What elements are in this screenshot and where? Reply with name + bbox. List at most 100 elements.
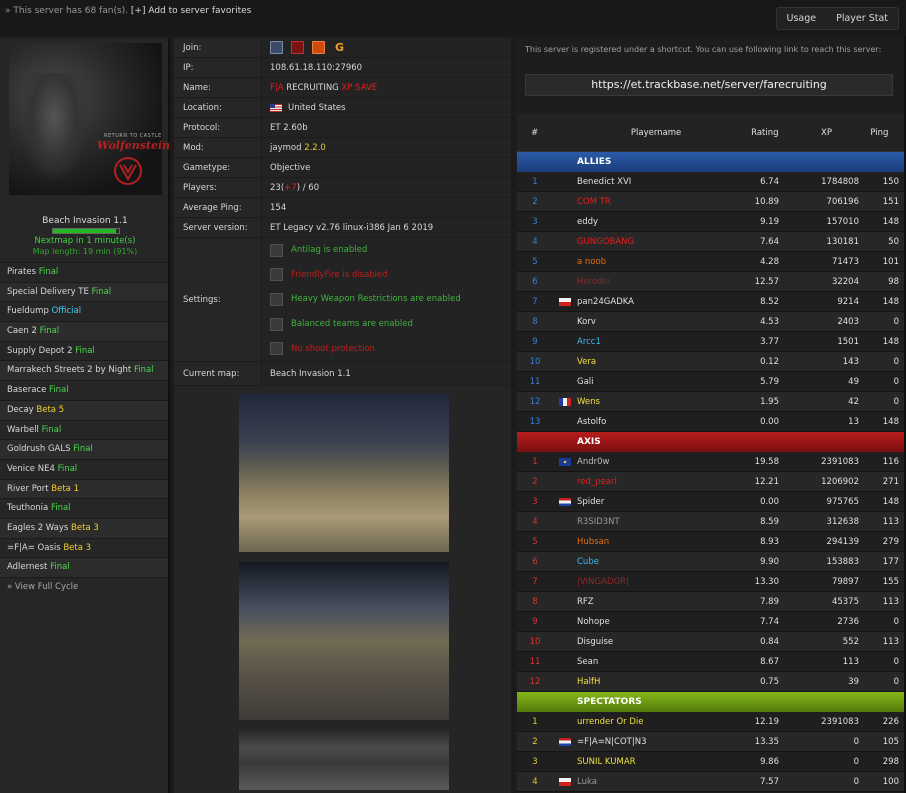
player-name[interactable]: Disguise — [577, 637, 741, 647]
player-name[interactable]: Benedict XVI — [577, 177, 741, 187]
player-row[interactable]: 6 Herodin 12.57 32204 98 — [517, 272, 905, 292]
hlsw-join-icon[interactable] — [312, 41, 325, 54]
player-xp: 32204 — [831, 276, 859, 287]
player-row[interactable]: 3 SUNIL KUMAR 9.86 0 298 — [517, 752, 905, 772]
player-name[interactable]: =F|A=N|COT|N3 — [577, 737, 741, 747]
map-cycle-item[interactable]: Fueldump Official — [0, 301, 168, 322]
add-favorites-link[interactable]: [+] Add to server favorites — [131, 6, 251, 16]
player-name[interactable]: Herodin — [577, 277, 741, 287]
header-number[interactable]: # — [517, 128, 552, 138]
map-cycle-item[interactable]: Eagles 2 Ways Beta 3 — [0, 517, 168, 538]
player-xp: 0 — [853, 756, 859, 767]
player-row[interactable]: 2 red_pearl 12.21 1206902 271 — [517, 472, 905, 492]
map-screenshot-3[interactable] — [239, 730, 449, 790]
player-row[interactable]: 1 urrender Or Die 12.19 2391083 226 — [517, 712, 905, 732]
player-row[interactable]: 7 |VINGADOR| 13.30 79897 155 — [517, 572, 905, 592]
player-row[interactable]: 12 Wens 1.95 42 0 — [517, 392, 905, 412]
xfire-join-icon[interactable]: G — [333, 41, 346, 54]
header-xp[interactable]: XP — [793, 128, 860, 138]
etlegacy-join-icon[interactable] — [270, 41, 283, 54]
player-row[interactable]: 11 Gali 5.79 49 0 — [517, 372, 905, 392]
et-join-icon[interactable] — [291, 41, 304, 54]
shortcut-url[interactable]: https://et.trackbase.net/server/farecrui… — [525, 74, 893, 96]
player-row[interactable]: 5 Hubsan 8.93 294139 279 — [517, 532, 905, 552]
map-cycle-item[interactable]: Warbell Final — [0, 419, 168, 440]
player-rating: 8.59 — [760, 516, 779, 527]
player-row[interactable]: 9 Arcc1 3.77 1501 148 — [517, 332, 905, 352]
player-name[interactable]: SUNIL KUMAR — [577, 757, 741, 767]
player-row[interactable]: 8 RFZ 7.89 45375 113 — [517, 592, 905, 612]
player-name[interactable]: Hubsan — [577, 537, 741, 547]
map-cycle-item[interactable]: Adlernest Final — [0, 557, 168, 577]
player-row[interactable]: 2 =F|A=N|COT|N3 13.35 0 105 — [517, 732, 905, 752]
player-row[interactable]: 4 GUNGOBANG 7.64 130181 50 — [517, 232, 905, 252]
tab-player-stat[interactable]: Player Stat — [836, 13, 888, 24]
player-name[interactable]: Andr0w — [577, 457, 741, 467]
map-cycle-item[interactable]: Caen 2 Final — [0, 321, 168, 341]
tab-usage[interactable]: Usage — [787, 13, 817, 24]
map-screenshot-2[interactable] — [239, 562, 449, 720]
player-name[interactable]: Wens — [577, 397, 741, 407]
player-row[interactable]: 1 Andr0w 19.58 2391083 116 — [517, 452, 905, 472]
map-cycle-item[interactable]: Supply Depot 2 Final — [0, 340, 168, 361]
map-cycle-item[interactable]: Teuthonia Final — [0, 498, 168, 518]
map-cycle-status: Official — [51, 306, 82, 317]
map-cycle-item[interactable]: Special Delivery TE Final — [0, 281, 168, 302]
player-row[interactable]: 10 Disguise 0.84 552 113 — [517, 632, 905, 652]
player-name[interactable]: pan24GADKA — [577, 297, 741, 307]
player-row[interactable]: 11 Sean 8.67 113 0 — [517, 652, 905, 672]
player-name[interactable]: R3SID3NT — [577, 517, 741, 527]
player-row[interactable]: 13 Astolfo 0.00 13 148 — [517, 412, 905, 432]
header-ping[interactable]: Ping — [860, 128, 905, 138]
player-name[interactable]: Vera — [577, 357, 741, 367]
map-cycle-item[interactable]: =F|A= Oasis Beta 3 — [0, 537, 168, 558]
header-rating[interactable]: Rating — [736, 128, 793, 138]
map-cycle-status: Beta 5 — [36, 404, 65, 415]
map-screenshot-1[interactable] — [239, 394, 449, 552]
header-playername[interactable]: Playername — [576, 128, 737, 138]
player-row[interactable]: 5 a noob 4.28 71473 101 — [517, 252, 905, 272]
player-row[interactable]: 7 pan24GADKA 8.52 9214 148 — [517, 292, 905, 312]
player-row[interactable]: 2 COM TR 10.89 706196 151 — [517, 192, 905, 212]
player-name[interactable]: Cube — [577, 557, 741, 567]
player-name[interactable]: a noob — [577, 257, 741, 267]
player-name[interactable]: Korv — [577, 317, 741, 327]
map-cycle-item[interactable]: Pirates Final — [0, 262, 168, 282]
map-cycle-item[interactable]: Decay Beta 5 — [0, 399, 168, 420]
player-number: 6 — [532, 276, 538, 287]
player-row[interactable]: 4 R3SID3NT 8.59 312638 113 — [517, 512, 905, 532]
view-full-cycle-link[interactable]: » View Full Cycle — [0, 577, 168, 597]
player-name[interactable]: Luka — [577, 777, 741, 787]
player-name[interactable]: HalfH — [577, 677, 741, 687]
player-row[interactable]: 6 Cube 9.90 153883 177 — [517, 552, 905, 572]
player-row[interactable]: 3 Spider 0.00 975765 148 — [517, 492, 905, 512]
map-cycle-item[interactable]: River Port Beta 1 — [0, 478, 168, 499]
player-name[interactable]: |VINGADOR| — [577, 577, 741, 587]
player-row[interactable]: 3 eddy 9.19 157010 148 — [517, 212, 905, 232]
player-row[interactable]: 4 Luka 7.57 0 100 — [517, 772, 905, 792]
player-name[interactable]: Sean — [577, 657, 741, 667]
map-cycle-status: Final — [57, 463, 78, 474]
map-cycle-item[interactable]: Goldrush GALS Final — [0, 439, 168, 459]
player-name[interactable]: Spider — [577, 497, 741, 507]
player-row[interactable]: 8 Korv 4.53 2403 0 — [517, 312, 905, 332]
player-row[interactable]: 9 Nohope 7.74 2736 0 — [517, 612, 905, 632]
player-name[interactable]: red_pearl — [577, 477, 741, 487]
player-name[interactable]: COM TR — [577, 197, 741, 207]
player-name[interactable]: RFZ — [577, 597, 741, 607]
player-name[interactable]: urrender Or Die — [577, 717, 741, 727]
player-row[interactable]: 1 Benedict XVI 6.74 1784808 150 — [517, 172, 905, 192]
player-name[interactable]: Gali — [577, 377, 741, 387]
player-name[interactable]: Astolfo — [577, 417, 741, 427]
map-cycle-item[interactable]: Marrakech Streets 2 by Night Final — [0, 360, 168, 381]
map-cycle-name: Teuthonia — [7, 503, 49, 514]
player-name[interactable]: Nohope — [577, 617, 741, 627]
player-name[interactable]: GUNGOBANG — [577, 237, 741, 247]
player-row[interactable]: 12 HalfH 0.75 39 0 — [517, 672, 905, 692]
player-ping: 0 — [893, 656, 899, 667]
player-name[interactable]: Arcc1 — [577, 337, 741, 347]
player-name[interactable]: eddy — [577, 217, 741, 227]
player-row[interactable]: 10 Vera 0.12 143 0 — [517, 352, 905, 372]
map-cycle-item[interactable]: Baserace Final — [0, 380, 168, 400]
map-cycle-item[interactable]: Venice NE4 Final — [0, 458, 168, 479]
